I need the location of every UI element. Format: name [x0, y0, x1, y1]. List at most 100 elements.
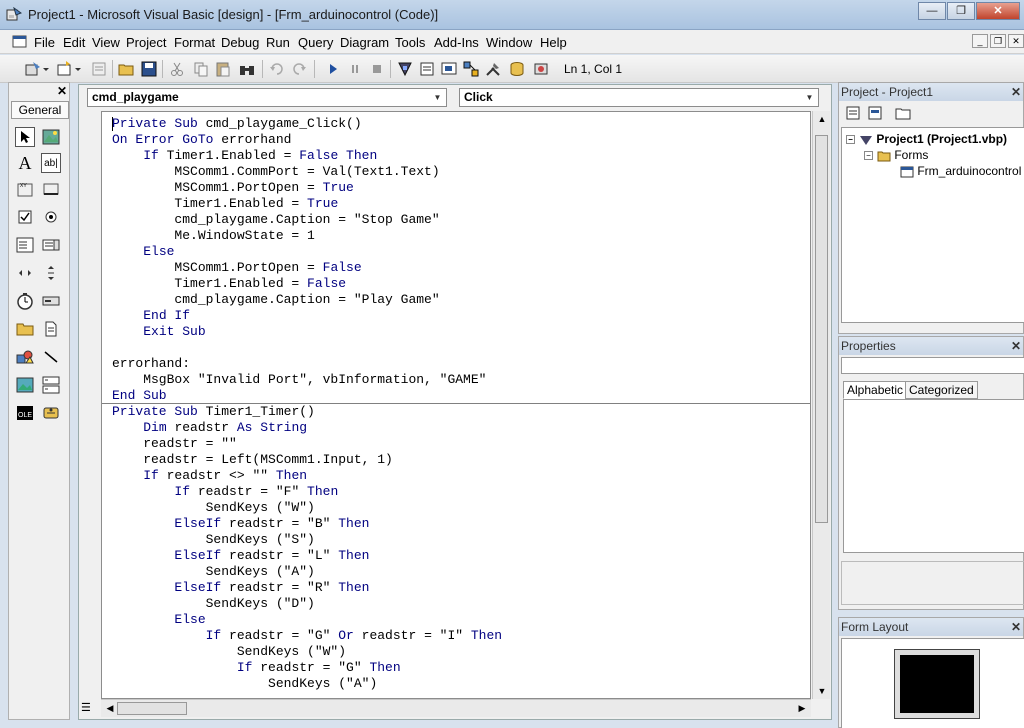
properties-object-combo[interactable] — [841, 357, 1024, 374]
collapse-icon[interactable]: − — [846, 135, 855, 145]
code-line[interactable]: Private Sub Timer1_Timer() — [112, 404, 502, 420]
filelistbox-tool-icon[interactable] — [41, 319, 61, 339]
ole-tool-icon[interactable]: OLE — [15, 403, 35, 423]
code-line[interactable]: cmd_playgame.Caption = "Stop Game" — [112, 212, 502, 228]
code-line[interactable]: cmd_playgame.Caption = "Play Game" — [112, 292, 502, 308]
mdi-close-button[interactable]: ✕ — [1008, 34, 1024, 48]
mdi-minimize-button[interactable]: _ — [972, 34, 988, 48]
menu-diagram[interactable]: Diagram — [340, 35, 389, 50]
code-line[interactable]: MsgBox "Invalid Port", vbInformation, "G… — [112, 372, 502, 388]
code-lines[interactable]: Private Sub cmd_playgame_Click() On Error… — [112, 116, 502, 692]
menu-window[interactable]: Window — [486, 35, 532, 50]
open-folder-icon[interactable] — [118, 60, 136, 78]
project-explorer-icon[interactable] — [396, 60, 414, 78]
toolbox-close-button[interactable]: ✕ — [57, 84, 67, 98]
project-pane-close-button[interactable]: ✕ — [1011, 83, 1021, 101]
dropdown-arrow-icon[interactable] — [74, 60, 82, 78]
code-margin[interactable] — [79, 111, 101, 699]
code-line[interactable]: SendKeys ("W") — [112, 500, 502, 516]
code-line[interactable]: ElseIf readstr = "L" Then — [112, 548, 502, 564]
stop-icon[interactable] — [368, 60, 386, 78]
view-object-icon[interactable] — [867, 105, 883, 121]
procedure-combo[interactable]: Click ▼ — [459, 88, 819, 107]
form-layout-icon[interactable] — [440, 60, 458, 78]
hscrollbar-tool-icon[interactable] — [15, 263, 35, 283]
menu-help[interactable]: Help — [540, 35, 567, 50]
add-project-icon[interactable] — [24, 60, 42, 78]
shape-tool-icon[interactable] — [15, 347, 35, 367]
menu-tools[interactable]: Tools — [395, 35, 425, 50]
form-layout-close-button[interactable]: ✕ — [1011, 618, 1021, 636]
undo-icon[interactable] — [268, 60, 286, 78]
code-line[interactable]: Dim readstr As String — [112, 420, 502, 436]
code-line[interactable]: End If — [112, 308, 502, 324]
chevron-down-icon[interactable]: ▼ — [430, 90, 445, 105]
dropdown-arrow-icon[interactable] — [42, 60, 50, 78]
code-line[interactable]: If readstr = "G" Or readstr = "I" Then — [112, 628, 502, 644]
code-line[interactable]: If readstr = "F" Then — [112, 484, 502, 500]
listbox-tool-icon[interactable] — [41, 235, 61, 255]
menu-project[interactable]: Project — [126, 35, 166, 50]
restore-button[interactable]: ❐ — [947, 2, 975, 20]
label-tool-icon[interactable]: A — [15, 153, 35, 173]
line-tool-icon[interactable] — [41, 347, 61, 367]
menu-view[interactable]: View — [92, 35, 120, 50]
code-line[interactable]: On Error GoTo errorhand — [112, 132, 502, 148]
code-line[interactable]: readstr = Left(MSComm1.Input, 1) — [112, 452, 502, 468]
project-tree[interactable]: − Project1 (Project1.vbp) − Forms Frm_ar… — [841, 127, 1024, 323]
code-line[interactable]: If readstr <> "" Then — [112, 468, 502, 484]
code-line[interactable]: SendKeys ("S") — [112, 532, 502, 548]
tree-form-item[interactable]: Frm_arduinocontrol (F — [900, 164, 1024, 178]
code-line[interactable] — [112, 340, 502, 356]
code-line[interactable]: End Sub — [112, 388, 502, 404]
tab-categorized[interactable]: Categorized — [905, 381, 978, 399]
menu-add-ins[interactable]: Add-Ins — [434, 35, 479, 50]
data-view-icon[interactable] — [508, 60, 526, 78]
toggle-folders-icon[interactable] — [895, 105, 911, 121]
code-line[interactable]: Exit Sub — [112, 324, 502, 340]
code-line[interactable]: MSComm1.CommPort = Val(Text1.Text) — [112, 164, 502, 180]
redo-icon[interactable] — [290, 60, 308, 78]
break-icon[interactable] — [346, 60, 364, 78]
menu-file[interactable]: File — [34, 35, 55, 50]
tab-alphabetic[interactable]: Alphabetic — [843, 381, 908, 399]
object-browser-icon[interactable] — [462, 60, 480, 78]
code-line[interactable]: Else — [112, 244, 502, 260]
textbox-tool-icon[interactable]: ab| — [41, 153, 61, 173]
toolbox-icon[interactable] — [484, 60, 502, 78]
code-line[interactable]: If Timer1.Enabled = False Then — [112, 148, 502, 164]
pointer-tool-icon[interactable] — [15, 127, 35, 147]
code-line[interactable]: SendKeys ("W") — [112, 644, 502, 660]
vscrollbar-tool-icon[interactable] — [41, 263, 61, 283]
component-manager-icon[interactable] — [532, 60, 550, 78]
checkbox-tool-icon[interactable] — [15, 207, 35, 227]
code-line[interactable]: If readstr = "G" Then — [112, 660, 502, 676]
code-horizontal-scrollbar[interactable]: ◀ ▶ — [101, 699, 811, 717]
vb-app-icon[interactable] — [6, 7, 22, 23]
scroll-right-icon[interactable]: ▶ — [793, 700, 811, 716]
menu-run[interactable]: Run — [266, 35, 290, 50]
code-line[interactable]: Timer1.Enabled = False — [112, 276, 502, 292]
code-line[interactable]: Private Sub cmd_playgame_Click() — [112, 116, 502, 132]
properties-pane-close-button[interactable]: ✕ — [1011, 337, 1021, 355]
code-line[interactable]: ElseIf readstr = "B" Then — [112, 516, 502, 532]
collapse-icon[interactable]: − — [864, 151, 873, 161]
add-form-icon[interactable] — [56, 60, 74, 78]
code-line[interactable]: MSComm1.PortOpen = True — [112, 180, 502, 196]
form-layout-area[interactable] — [841, 638, 1024, 728]
monitor-preview[interactable] — [894, 649, 980, 719]
cut-icon[interactable] — [168, 60, 186, 78]
code-line[interactable]: Else — [112, 612, 502, 628]
code-line[interactable]: Me.WindowState = 1 — [112, 228, 502, 244]
mscomm-tool-icon[interactable] — [41, 403, 61, 423]
view-code-icon[interactable] — [845, 105, 861, 121]
object-combo[interactable]: cmd_playgame ▼ — [87, 88, 447, 107]
menu-query[interactable]: Query — [298, 35, 333, 50]
properties-grid[interactable] — [843, 399, 1024, 553]
optionbutton-tool-icon[interactable] — [41, 207, 61, 227]
menu-debug[interactable]: Debug — [221, 35, 259, 50]
view-toggle-buttons[interactable]: ☰ — [81, 699, 101, 717]
data-tool-icon[interactable] — [41, 375, 61, 395]
tree-forms-folder[interactable]: − Forms — [864, 148, 928, 162]
commandbutton-tool-icon[interactable] — [41, 179, 61, 199]
